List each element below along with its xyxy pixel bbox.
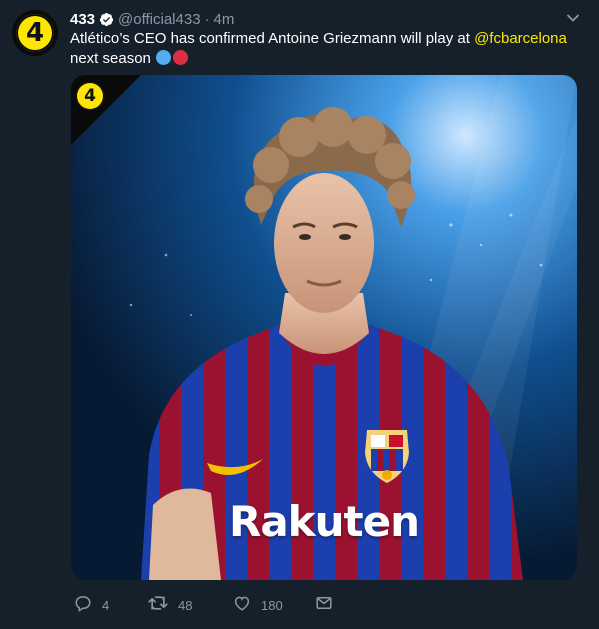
heart-icon: [233, 594, 251, 617]
separator-dot: ·: [204, 10, 210, 28]
tweet-photo[interactable]: 4 Rakuten: [71, 75, 577, 580]
like-button[interactable]: 180: [233, 595, 283, 615]
retweet-icon: [148, 594, 168, 617]
sponsor-text: Rakuten: [229, 497, 420, 546]
avatar-logo: 4: [16, 14, 54, 52]
direct-message-button[interactable]: [315, 595, 333, 615]
reply-button[interactable]: 4: [74, 595, 109, 615]
tweet-text-prefix: Atlético’s CEO has confirmed Antoine Gri…: [70, 30, 475, 47]
retweet-button[interactable]: 48: [148, 595, 192, 615]
retweet-count: 48: [178, 597, 193, 613]
reply-icon: [74, 594, 92, 617]
chevron-down-icon[interactable]: [565, 10, 581, 26]
timestamp[interactable]: 4m: [214, 11, 235, 28]
red-circle-emoji: [172, 50, 188, 65]
tweet-text: Atlético’s CEO has confirmed Antoine Gri…: [70, 29, 570, 69]
reply-count: 4: [102, 597, 110, 613]
blue-circle-emoji: [155, 50, 171, 65]
tweet-card[interactable]: 4 433 @official433 · 4m Atlético’s CEO h…: [0, 0, 599, 629]
tweet-header: 433 @official433 · 4m: [70, 9, 234, 29]
mention-link[interactable]: @fcbarcelona: [474, 30, 567, 47]
display-name[interactable]: 433: [70, 11, 95, 28]
envelope-icon: [315, 594, 333, 617]
verified-icon: [99, 12, 114, 27]
avatar-logo-text: 4: [25, 18, 45, 48]
media-logo-text: 4: [84, 85, 96, 106]
like-count: 180: [261, 597, 283, 613]
user-handle[interactable]: @official433: [118, 11, 201, 28]
media-logo: 4: [77, 83, 103, 109]
avatar[interactable]: 4: [12, 10, 58, 56]
tweet-text-suffix: next season: [70, 50, 151, 67]
